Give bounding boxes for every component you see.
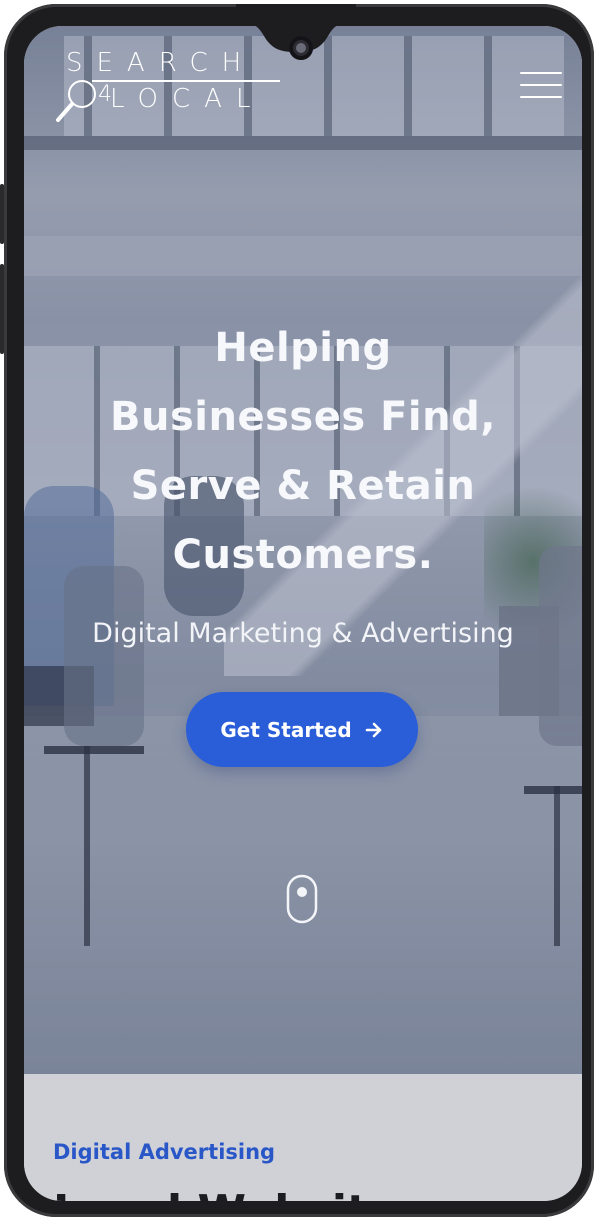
arrow-right-icon xyxy=(365,722,381,737)
logo-wordmark-top: SEARCH xyxy=(66,48,256,78)
hero-section: SEARCH 4 LOCAL Helping Businesses Find, xyxy=(24,26,582,1074)
section-kicker: Digital Advertising xyxy=(53,1140,276,1164)
logo-divider xyxy=(92,80,280,82)
phone-screen: SEARCH 4 LOCAL Helping Businesses Find, xyxy=(24,26,582,1201)
section-heading: Local Websit xyxy=(53,1186,368,1201)
hero-headline: Helping Businesses Find, Serve & Retain … xyxy=(24,314,582,590)
services-section: Digital Advertising Local Websit xyxy=(24,1074,582,1201)
headline-line: Businesses Find, xyxy=(110,394,496,440)
hero-subheadline: Digital Marketing & Advertising xyxy=(92,618,514,649)
hamburger-menu-icon[interactable] xyxy=(518,70,564,100)
mouse-scroll-icon[interactable] xyxy=(286,874,318,924)
get-started-label: Get Started xyxy=(220,717,352,742)
phone-frame: SEARCH 4 LOCAL Helping Businesses Find, xyxy=(0,4,594,1217)
logo-wordmark-bottom: LOCAL xyxy=(110,84,265,114)
get-started-button[interactable]: Get Started xyxy=(186,692,418,767)
phone-side-button xyxy=(0,184,4,244)
phone-side-button xyxy=(0,264,4,354)
headline-line: Serve & Retain xyxy=(130,463,476,509)
headline-line: Helping xyxy=(214,325,392,371)
search4local-logo[interactable]: SEARCH 4 LOCAL xyxy=(52,48,292,138)
headline-line: Customers. xyxy=(172,532,434,578)
front-camera xyxy=(289,36,313,60)
